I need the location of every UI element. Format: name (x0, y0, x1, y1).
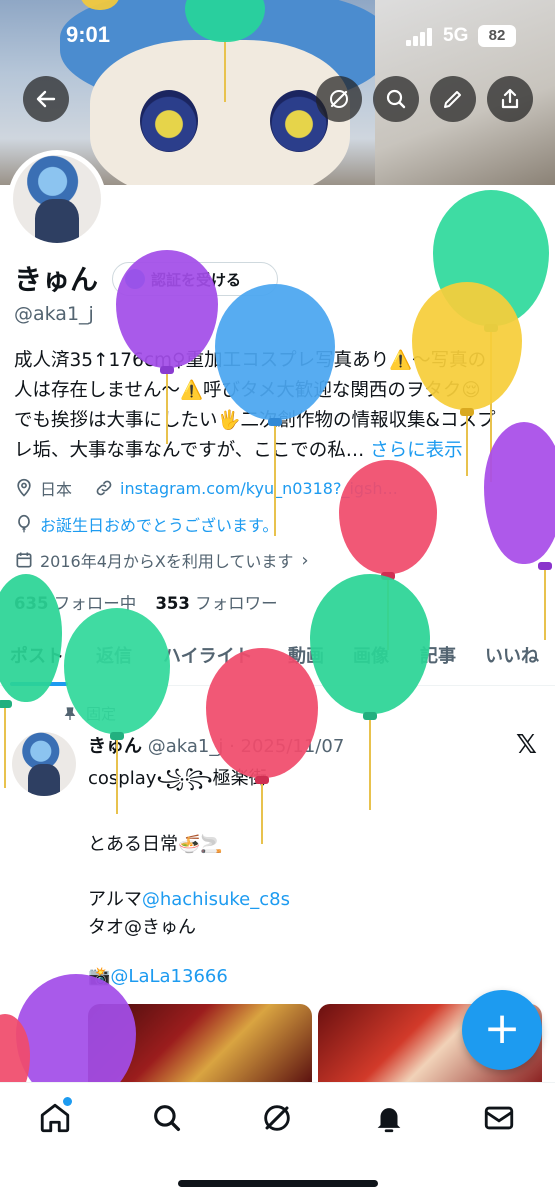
edit-icon (444, 91, 461, 108)
profile-birthday-row: お誕生日おめでとうございます。 (14, 512, 278, 536)
status-bar: 9:01 5G 82 (0, 0, 555, 72)
post-text-prefix: アルマ (88, 889, 142, 910)
mail-icon (484, 1106, 514, 1130)
nav-home[interactable] (38, 1101, 72, 1135)
profile-joined-row[interactable]: 2016年4月からXを利用しています › (14, 548, 309, 572)
profile-link[interactable]: instagram.com/kyu_n0318?_igsh... (120, 479, 398, 498)
post-text-line: アルマ@hachisuke_c8s (88, 885, 290, 911)
show-more-link[interactable]: さらに表示 (370, 440, 463, 461)
x-logo-icon[interactable]: 𝕏 (516, 730, 537, 760)
verify-button-label: 認証を受ける (151, 270, 242, 289)
post-author[interactable]: きゅん (88, 736, 142, 757)
tab-posts[interactable]: ポスト (10, 642, 64, 668)
share-button[interactable] (487, 76, 533, 122)
verified-badge-icon (125, 269, 145, 289)
notification-dot (63, 1097, 72, 1106)
balloon (310, 574, 430, 814)
back-button[interactable] (23, 76, 69, 122)
following-link[interactable]: 635 フォロー中 (14, 594, 136, 613)
bio-line: でも挨拶は大事にしたい🖐二次創作物の情報収集&コスプ (14, 410, 496, 431)
tab-replies[interactable]: 返信 (96, 642, 132, 668)
tab-videos[interactable]: 動画 (288, 642, 324, 668)
post-header: きゅん @aka1_j · 2025/11/07 (88, 732, 344, 758)
nav-search[interactable] (150, 1101, 184, 1135)
search-icon (154, 1105, 181, 1132)
home-indicator (178, 1180, 378, 1187)
post-text-line: タオ@きゅん (88, 917, 196, 938)
profile-name: きゅん (14, 263, 99, 296)
post-avatar[interactable] (12, 732, 76, 796)
profile-avatar[interactable] (8, 150, 106, 248)
nav-notifications[interactable] (372, 1101, 406, 1135)
back-arrow-icon (36, 90, 56, 108)
link-icon (96, 480, 112, 496)
battery-icon: 82 (478, 25, 516, 47)
edit-button[interactable] (430, 76, 476, 122)
follow-stats: 635 フォロー中 353 フォロワー (14, 590, 278, 614)
followers-label: フォロワー (195, 594, 278, 613)
following-label: フォロー中 (53, 594, 137, 613)
mention-link[interactable]: @hachisuke_c8s (142, 889, 290, 910)
bio-line: 人は存在しません〜⚠️呼びタメ大歓迎な関西のヲタク😌 (14, 380, 481, 401)
nav-messages[interactable] (482, 1101, 516, 1135)
tab-active-indicator (10, 682, 68, 686)
grok-button[interactable] (316, 76, 362, 122)
bell-icon (377, 1108, 401, 1133)
verify-button[interactable]: 認証を受ける (112, 262, 278, 296)
profile-handle: @aka1_j (14, 303, 94, 325)
profile-location: 日本 (40, 480, 73, 499)
grok-icon (264, 1105, 290, 1131)
followers-link[interactable]: 353 フォロワー (155, 594, 277, 613)
compose-button[interactable]: + (462, 990, 542, 1070)
search-button[interactable] (373, 76, 419, 122)
bio-line: 成人済35↑176cm♀重加工コスプレ写真あり⚠️〜写真の (14, 350, 487, 371)
followers-count: 353 (155, 594, 190, 613)
pinned-label: 固定 (62, 703, 116, 724)
network-label: 5G (443, 25, 469, 46)
post-image[interactable] (88, 1004, 312, 1084)
birthday-message: お誕生日おめでとうございます。 (40, 516, 279, 535)
tab-articles[interactable]: 記事 (420, 642, 456, 668)
post-text-line: cosplay꧁꧂極楽街 (88, 768, 267, 789)
camera-emoji: 📸 (88, 966, 111, 987)
profile-tabs: ポスト 返信 ハイライト 動画 画像 記事 いいね (0, 630, 555, 686)
tab-highlights[interactable]: ハイライト (163, 642, 253, 668)
signal-icon (406, 28, 432, 46)
status-time: 9:01 (66, 22, 111, 47)
bio-line: レ垢、大事な事なんですが、ここでの私… (14, 440, 365, 461)
balloon (0, 1014, 30, 1104)
balloon-icon (18, 514, 30, 533)
home-icon (40, 1103, 70, 1133)
post-handle-date: @aka1_j · 2025/11/07 (147, 736, 345, 757)
pinned-text: 固定 (86, 705, 117, 723)
grok-icon (330, 90, 348, 108)
profile-meta-row: 日本 instagram.com/kyu_n0318?_igsh... (14, 476, 398, 500)
post-text-line: 📸@LaLa13666 (88, 966, 228, 987)
mention-link[interactable]: @LaLa13666 (110, 966, 227, 987)
pin-icon (64, 706, 76, 720)
share-icon (501, 88, 519, 109)
calendar-icon (16, 552, 32, 568)
tab-images[interactable]: 画像 (353, 642, 389, 668)
post-text-line: とある日常🍜🚬 (88, 834, 223, 855)
location-icon (17, 478, 31, 497)
profile-bio: 成人済35↑176cm♀重加工コスプレ写真あり⚠️〜写真の 人は存在しません〜⚠… (14, 346, 544, 466)
following-count: 635 (14, 594, 49, 613)
joined-date: 2016年4月からXを利用しています (40, 552, 294, 571)
chevron-right-icon: › (301, 549, 309, 571)
search-icon (386, 89, 406, 109)
nav-grok[interactable] (260, 1101, 294, 1135)
tab-likes[interactable]: いいね (485, 642, 539, 668)
